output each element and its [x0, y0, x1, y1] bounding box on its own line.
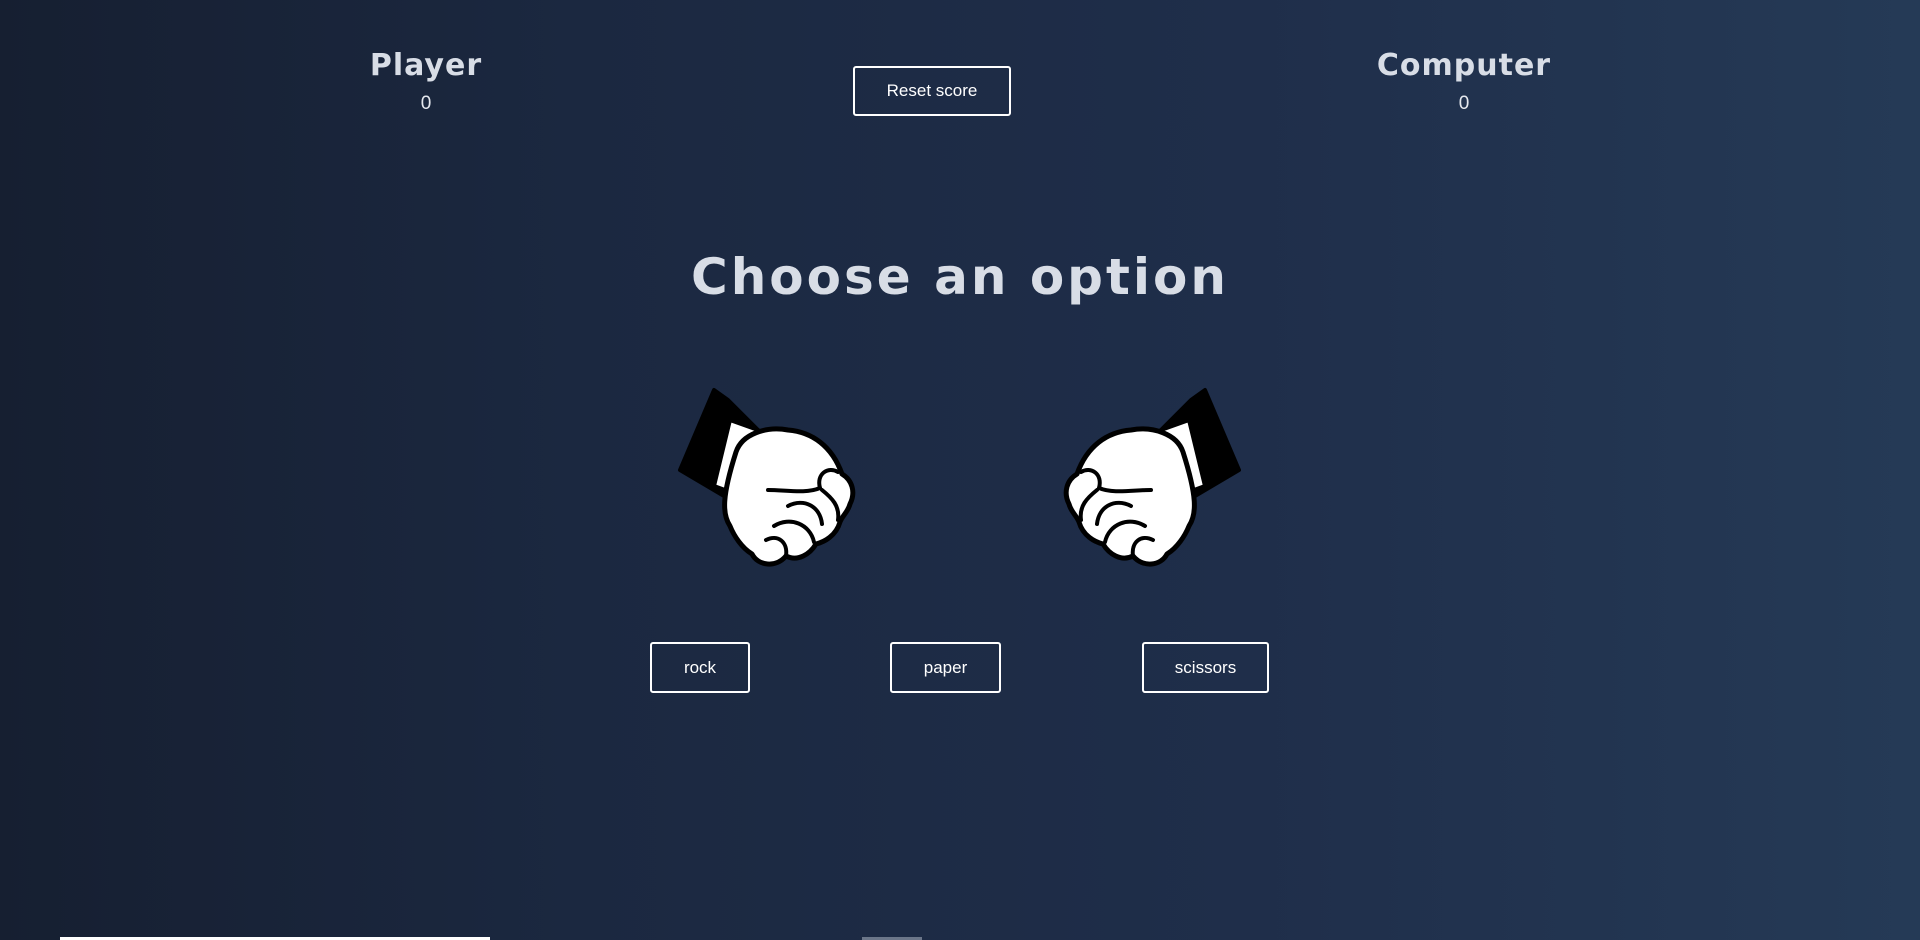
computer-hand-fist-icon — [1045, 380, 1255, 580]
paper-button[interactable]: paper — [890, 642, 1001, 693]
computer-score-panel: Computer 0 — [1344, 46, 1584, 117]
player-label: Player — [369, 48, 483, 83]
computer-label: Computer — [1376, 48, 1552, 83]
game-heading: Choose an option — [691, 248, 1229, 306]
player-score-panel: Player 0 — [306, 46, 546, 117]
reset-score-button[interactable]: Reset score — [853, 66, 1011, 116]
player-score: 0 — [420, 93, 432, 114]
computer-score: 0 — [1458, 93, 1470, 114]
scissors-button[interactable]: scissors — [1142, 642, 1269, 693]
player-hand-fist-icon — [664, 380, 874, 580]
rock-button[interactable]: rock — [650, 642, 750, 693]
